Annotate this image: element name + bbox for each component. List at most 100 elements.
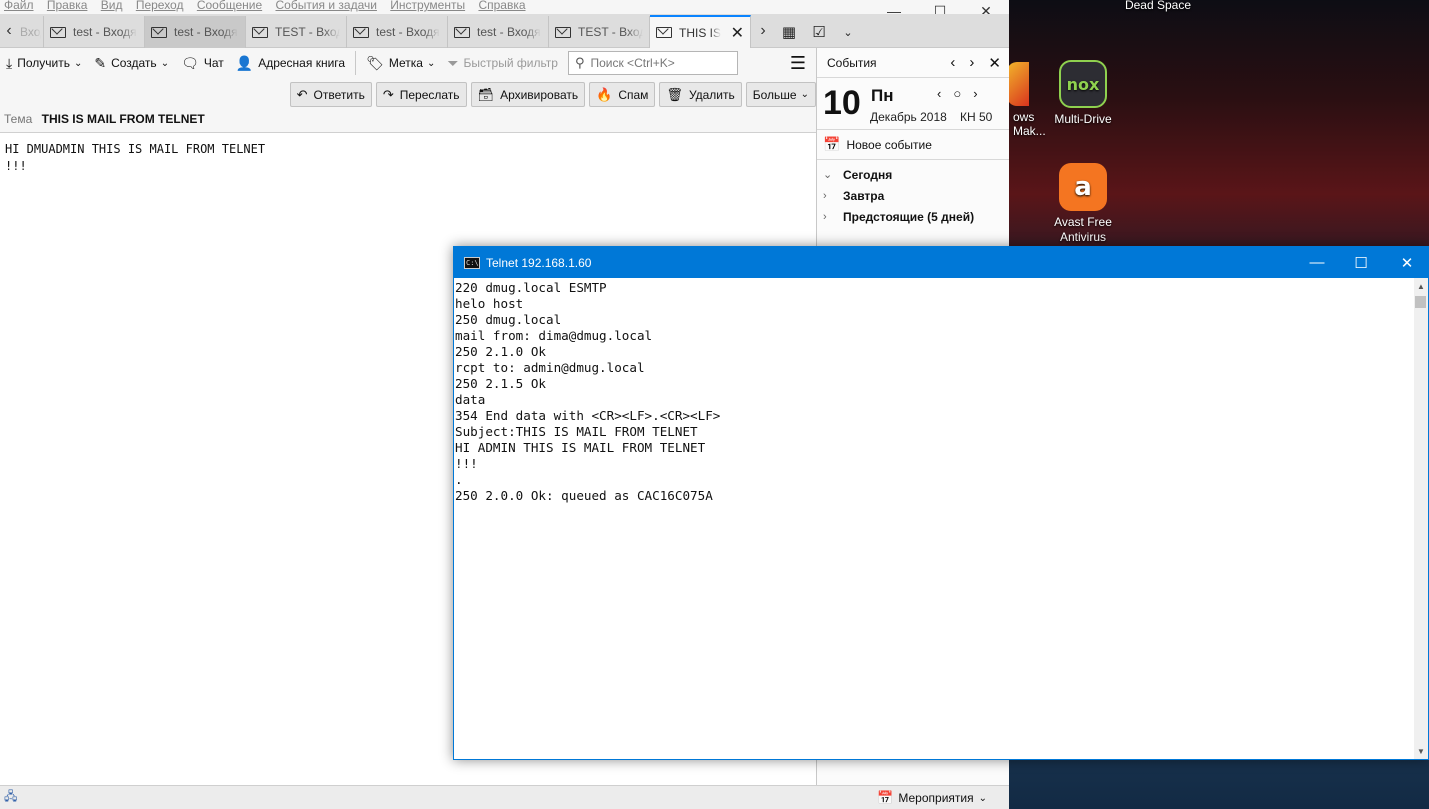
desktop-icon-multi-drive[interactable]: nox Multi-Drive: [1035, 60, 1131, 126]
mail-toolbar: ⤓ Получить ⌄ ✎ Создать ⌄ 🗨 Чат 👤 Адресна…: [0, 48, 816, 78]
new-event-label: Новое событие: [846, 137, 932, 152]
new-event-button[interactable]: 📅 Новое событие: [817, 130, 1009, 160]
get-messages-button[interactable]: ⤓ Получить ⌄: [0, 50, 88, 76]
tab-label: test - Входя: [73, 25, 137, 39]
tasks-tab-icon[interactable]: ☑: [809, 22, 829, 42]
tab-message[interactable]: test - Входя: [347, 16, 448, 48]
tab-label: test - Входя: [376, 25, 440, 39]
message-header-actions: ↶ Ответить ↷ Переслать 🗃 Архивировать 🔥 …: [289, 82, 816, 108]
previous-day-icon[interactable]: ‹: [937, 86, 941, 101]
close-tab-icon[interactable]: ✕: [731, 23, 744, 43]
mail-icon: [454, 26, 470, 38]
events-button[interactable]: 📅 Мероприятия ⌄: [877, 788, 987, 808]
tab-message[interactable]: TEST - Входя: [246, 16, 347, 48]
menu-view[interactable]: Вид: [101, 0, 123, 12]
chat-button[interactable]: 🗨 Чат: [175, 50, 230, 76]
telnet-maximize-button[interactable]: ☐: [1338, 247, 1384, 278]
menu-file[interactable]: Файл: [4, 0, 34, 12]
write-button[interactable]: ✎ Создать ⌄: [88, 50, 175, 76]
reply-label: Ответить: [313, 87, 365, 102]
tab-message[interactable]: test - Входя: [44, 16, 145, 48]
next-icon[interactable]: ›: [969, 54, 974, 72]
telnet-console-output[interactable]: 220 dmug.local ESMTP helo host 250 dmug.…: [454, 278, 1414, 759]
desktop-icon-avast[interactable]: a Avast Free Antivirus: [1035, 163, 1131, 245]
quick-filter-button[interactable]: ⏷ Быстрый фильтр: [441, 50, 564, 76]
desktop-icon-label: Dead Space: [1124, 0, 1192, 12]
month-year: Декабрь 2018: [870, 110, 947, 124]
app-menu-icon[interactable]: ☰: [790, 53, 806, 74]
menu-message[interactable]: Сообщение: [197, 0, 262, 12]
tab-scroll-right-icon[interactable]: ›: [754, 14, 772, 48]
movie-maker-icon: [1007, 62, 1029, 106]
day-name: Пн: [871, 86, 894, 105]
desktop-icon-dead-space[interactable]: Dead Space: [1110, 0, 1206, 12]
calendar-icon: 📅: [877, 790, 894, 805]
next-day-icon[interactable]: ›: [973, 86, 977, 101]
more-button[interactable]: Больше ⌄: [745, 82, 816, 107]
scroll-up-icon[interactable]: ▲: [1414, 278, 1428, 294]
week-number: КН 50: [960, 110, 993, 124]
forward-label: Переслать: [399, 87, 460, 102]
tab-message[interactable]: TEST - Входя: [549, 16, 650, 48]
tab-message-active[interactable]: THIS IS ✕: [650, 15, 751, 48]
agenda-group-upcoming[interactable]: › Предстоящие (5 дней): [817, 206, 1009, 227]
download-icon: ⤓: [6, 54, 13, 71]
search-icon: ⚲: [574, 55, 585, 70]
menu-help[interactable]: Справка: [478, 0, 525, 12]
tag-icon: 🏷: [366, 54, 384, 71]
day-number: 10: [823, 84, 861, 122]
agenda-group-label: Завтра: [843, 188, 885, 203]
telnet-window[interactable]: C:\ Telnet 192.168.1.60 — ☐ ✕ 220 dmug.l…: [453, 246, 1429, 760]
junk-button[interactable]: 🔥 Спам: [589, 82, 656, 107]
scroll-down-icon[interactable]: ▼: [1414, 743, 1428, 759]
close-icon[interactable]: ✕: [988, 54, 1001, 72]
agenda-group-tomorrow[interactable]: › Завтра: [817, 185, 1009, 206]
forward-button[interactable]: ↷ Переслать: [375, 82, 467, 107]
new-event-icon: 📅: [823, 136, 841, 152]
archive-button[interactable]: 🗃 Архивировать: [470, 82, 586, 107]
tab-bar: ‹ Вход test - Входя test - Входя TEST - …: [0, 14, 1009, 48]
contact-icon: 👤: [235, 54, 254, 71]
today-pane-header: События ‹ › ✕: [817, 48, 1009, 78]
chevron-down-icon[interactable]: ⌄: [74, 58, 82, 69]
search-input[interactable]: ⚲ Поиск <Ctrl+K>: [567, 51, 738, 75]
telnet-minimize-button[interactable]: —: [1294, 247, 1340, 278]
all-tabs-chevron-down-icon[interactable]: ⌄: [838, 22, 858, 42]
tab-inbox-partial[interactable]: Вход: [18, 16, 44, 48]
filter-icon: ⏷: [447, 54, 459, 71]
tab-message[interactable]: test - Входя: [145, 16, 246, 48]
today-circle-icon[interactable]: ○: [953, 86, 961, 101]
telnet-titlebar[interactable]: C:\ Telnet 192.168.1.60: [454, 247, 1428, 278]
subject-value: THIS IS MAIL FROM TELNET: [41, 112, 205, 126]
archive-icon: 🗃: [477, 86, 495, 102]
previous-icon[interactable]: ‹: [950, 54, 955, 72]
menu-tools[interactable]: Инструменты: [390, 0, 465, 12]
menu-events-tasks[interactable]: События и задачи: [275, 0, 376, 12]
status-bar: 🖧 📅 Мероприятия ⌄: [0, 785, 1009, 809]
delete-label: Удалить: [688, 87, 735, 102]
avast-icon: a: [1059, 163, 1107, 211]
chevron-right-icon: ›: [823, 210, 827, 223]
chevron-down-icon[interactable]: ⌄: [161, 58, 169, 69]
agenda-group-today[interactable]: ⌄ Сегодня: [817, 164, 1009, 185]
address-book-button[interactable]: 👤 Адресная книга: [230, 50, 351, 76]
chevron-down-icon: ⌄: [426, 57, 436, 69]
scroll-thumb[interactable]: [1415, 296, 1426, 308]
mail-icon: [50, 26, 66, 38]
agenda-group-label: Предстоящие (5 дней): [843, 209, 975, 224]
calendar-tab-icon[interactable]: ▦: [779, 22, 799, 42]
telnet-scrollbar[interactable]: ▲ ▼: [1414, 278, 1428, 759]
tab-message[interactable]: test - Входя: [448, 16, 549, 48]
menu-edit[interactable]: Правка: [47, 0, 88, 12]
mail-icon: [353, 26, 369, 38]
reply-button[interactable]: ↶ Ответить: [289, 82, 372, 107]
tag-button[interactable]: 🏷 Метка ⌄: [360, 50, 441, 76]
tab-scroll-left-icon[interactable]: ‹: [0, 14, 18, 48]
tab-label: THIS IS: [679, 25, 722, 40]
search-placeholder: Поиск <Ctrl+K>: [590, 56, 675, 70]
online-status-icon[interactable]: 🖧: [4, 787, 17, 808]
telnet-close-button[interactable]: ✕: [1384, 247, 1429, 278]
menu-go[interactable]: Переход: [136, 0, 184, 12]
chevron-down-icon: ⌄: [823, 169, 833, 181]
delete-button[interactable]: 🗑 Удалить: [659, 82, 742, 107]
